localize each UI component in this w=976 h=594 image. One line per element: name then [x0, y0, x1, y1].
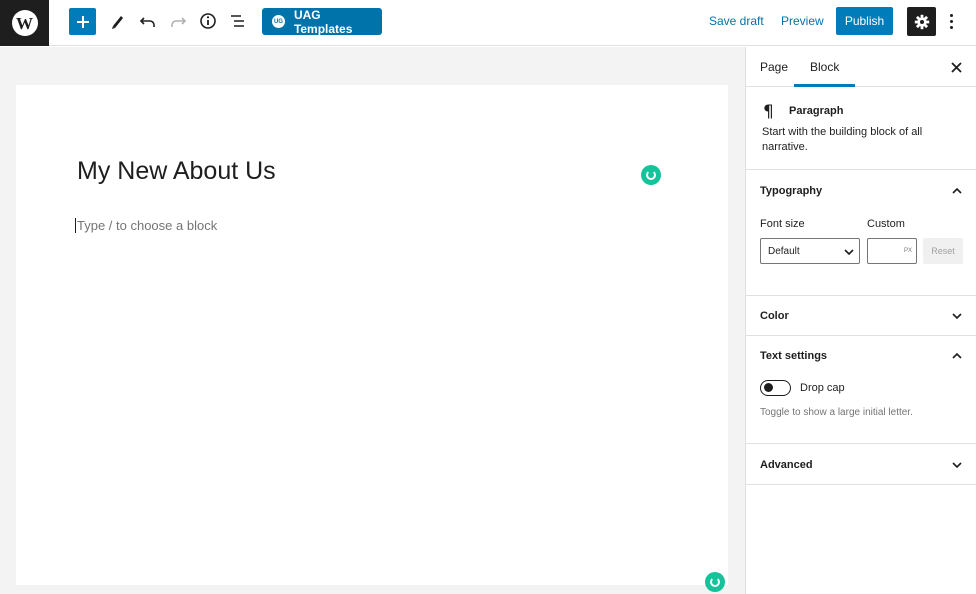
- typography-title: Typography: [760, 185, 823, 197]
- grammarly-icon[interactable]: [641, 165, 661, 185]
- tab-page[interactable]: Page: [760, 47, 788, 87]
- plus-icon: [76, 15, 89, 28]
- editor-toolbar: W UG UAG Templates Save draft Preview Pu…: [0, 0, 976, 46]
- typography-panel-toggle[interactable]: Typography: [746, 171, 976, 211]
- color-panel: Color: [746, 296, 976, 336]
- close-icon: [950, 61, 962, 73]
- advanced-title: Advanced: [760, 459, 813, 471]
- list-view-button[interactable]: [227, 10, 249, 32]
- undo-icon: [139, 17, 155, 27]
- settings-button[interactable]: [907, 7, 936, 36]
- save-draft-button[interactable]: Save draft: [709, 14, 764, 28]
- drop-cap-label: Drop cap: [800, 382, 845, 394]
- uag-templates-label: UAG Templates: [293, 7, 353, 36]
- chevron-down-icon: [844, 249, 854, 256]
- close-sidebar-button[interactable]: [948, 59, 964, 75]
- tools-button[interactable]: [107, 10, 129, 32]
- undo-button[interactable]: [137, 10, 159, 32]
- redo-button[interactable]: [167, 10, 189, 32]
- custom-size-input[interactable]: PX: [867, 238, 917, 264]
- reset-button[interactable]: Reset: [923, 238, 963, 264]
- chevron-up-icon: [952, 187, 962, 194]
- add-block-button[interactable]: [69, 8, 96, 35]
- list-view-icon: [231, 15, 244, 27]
- typography-panel: Typography Font size Custom Default PX R…: [746, 171, 976, 296]
- font-size-value: Default: [768, 245, 800, 257]
- advanced-panel: Advanced: [746, 445, 976, 485]
- text-settings-panel: Text settings Drop cap Toggle to show a …: [746, 336, 976, 444]
- custom-size-label: Custom: [867, 218, 905, 230]
- editor-canvas: My New About Us Type / to choose a block: [0, 47, 745, 594]
- more-options-button[interactable]: [944, 10, 958, 32]
- uag-templates-button[interactable]: UG UAG Templates: [262, 7, 382, 36]
- wordpress-logo-icon: W: [11, 10, 38, 36]
- drop-cap-toggle[interactable]: [760, 380, 791, 396]
- tab-block[interactable]: Block: [793, 47, 856, 87]
- font-size-label: Font size: [760, 218, 805, 230]
- info-icon: [200, 13, 216, 29]
- editor-page: My New About Us Type / to choose a block: [16, 85, 728, 592]
- paragraph-icon: ¶: [763, 102, 774, 122]
- more-vertical-icon: [949, 13, 953, 17]
- advanced-panel-toggle[interactable]: Advanced: [746, 445, 976, 485]
- wordpress-logo-button[interactable]: W: [0, 0, 49, 46]
- block-placeholder[interactable]: Type / to choose a block: [75, 218, 217, 233]
- details-button[interactable]: [197, 10, 219, 32]
- chevron-up-icon: [952, 352, 962, 359]
- post-title[interactable]: My New About Us: [77, 157, 276, 186]
- pen-tool-icon: [112, 16, 123, 29]
- sidebar-tabs: Page Block: [746, 47, 976, 87]
- color-title: Color: [760, 310, 789, 322]
- unit-label: PX: [903, 248, 912, 254]
- text-settings-title: Text settings: [760, 350, 828, 362]
- block-card-description: Start with the building block of all nar…: [762, 126, 923, 153]
- preview-button[interactable]: Preview: [781, 14, 824, 28]
- uag-logo-icon: UG: [272, 15, 285, 28]
- font-size-select[interactable]: Default: [760, 238, 860, 264]
- chevron-down-icon: [952, 313, 962, 320]
- block-card: ¶ Paragraph Start with the building bloc…: [746, 88, 976, 170]
- drop-cap-help: Toggle to show a large initial letter.: [760, 407, 913, 418]
- block-card-title: Paragraph: [789, 105, 844, 117]
- grammarly-icon[interactable]: [705, 572, 725, 592]
- chevron-down-icon: [952, 462, 962, 469]
- gear-icon: [914, 14, 929, 29]
- color-panel-toggle[interactable]: Color: [746, 296, 976, 336]
- redo-icon: [171, 17, 187, 27]
- text-settings-panel-toggle[interactable]: Text settings: [746, 336, 976, 376]
- publish-button[interactable]: Publish: [836, 7, 893, 35]
- settings-sidebar: Page Block ¶ Paragraph Start with the bu…: [745, 47, 976, 594]
